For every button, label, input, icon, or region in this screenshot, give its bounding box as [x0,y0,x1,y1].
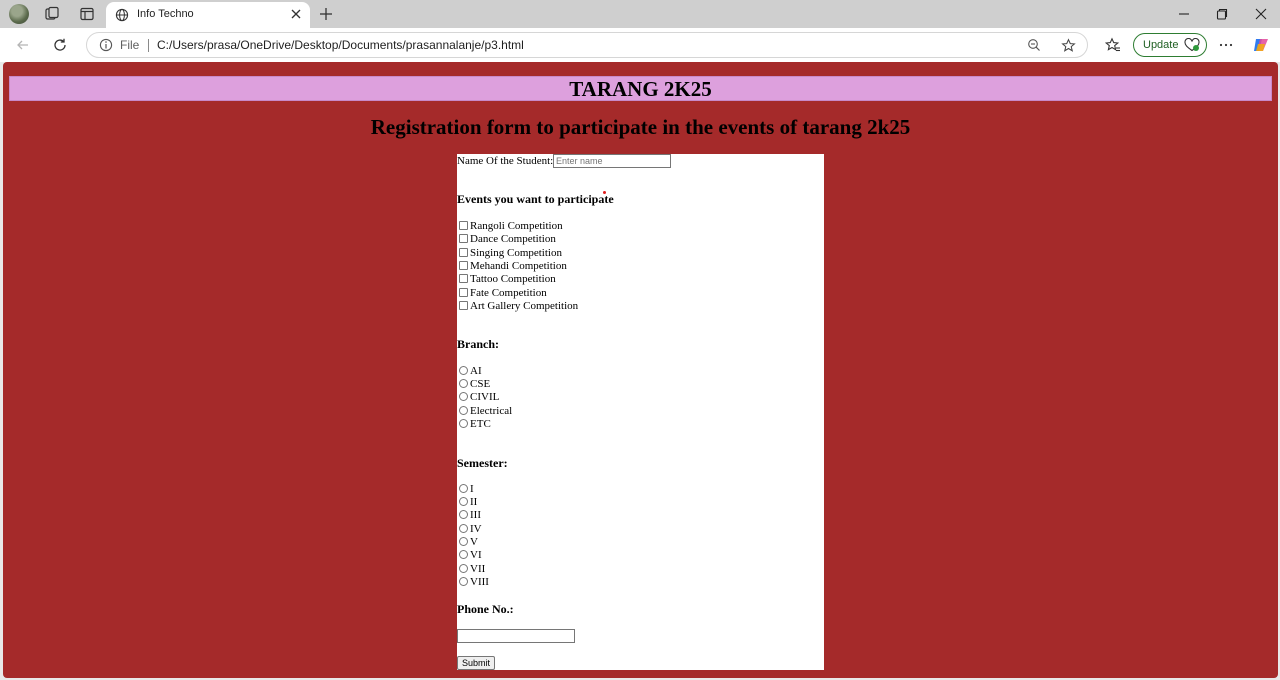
browser-tab-strip: Info Techno [0,0,1280,28]
copilot-icon[interactable] [1252,36,1270,54]
profile-avatar[interactable] [9,4,29,24]
semester-option-3[interactable]: III [459,509,481,522]
address-bar[interactable]: File C:/Users/prasa/OneDrive/Desktop/Doc… [86,32,1088,58]
registration-form: Name Of the Student: Events you want to … [457,154,824,670]
more-options-icon[interactable] [1218,37,1234,53]
minimize-icon[interactable] [1176,6,1192,22]
restore-icon[interactable] [1214,6,1230,22]
vertical-tabs-icon[interactable] [79,6,95,22]
radio-button[interactable] [459,392,468,401]
branch-option-etc[interactable]: ETC [459,418,491,431]
semester-option-4[interactable]: IV [459,523,482,536]
tab-title: Info Techno [137,8,194,20]
workspaces-icon[interactable] [44,6,60,22]
name-label: Name Of the Student: [457,155,554,167]
radio-button[interactable] [459,419,468,428]
radio-button[interactable] [459,379,468,388]
radio-button[interactable] [459,366,468,375]
event-option-dance[interactable]: Dance Competition [459,233,556,246]
zoom-out-icon[interactable] [1027,38,1041,52]
radio-button[interactable] [459,577,468,586]
event-option-tattoo[interactable]: Tattoo Competition [459,273,556,286]
semester-option-1[interactable]: I [459,483,474,496]
semester-option-2[interactable]: II [459,496,477,509]
radio-button[interactable] [459,564,468,573]
new-tab-icon[interactable] [318,6,334,22]
phone-input[interactable] [457,629,575,643]
active-tab[interactable]: Info Techno [106,2,310,28]
checkbox[interactable] [459,274,468,283]
favorite-star-icon[interactable] [1061,38,1076,53]
banner-title: TARANG 2K25 [569,77,712,101]
form-subtitle: Registration form to participate in the … [370,115,911,139]
checkbox[interactable] [459,288,468,297]
event-option-art-gallery[interactable]: Art Gallery Competition [459,300,578,313]
semester-option-7[interactable]: VII [459,563,485,576]
event-option-singing[interactable]: Singing Competition [459,247,562,260]
browser-toolbar: File C:/Users/prasa/OneDrive/Desktop/Doc… [0,28,1280,62]
branch-option-ai[interactable]: AI [459,365,482,378]
branch-option-civil[interactable]: CIVIL [459,391,499,404]
globe-icon [115,8,129,22]
radio-button[interactable] [459,406,468,415]
radio-button[interactable] [459,484,468,493]
event-option-fate[interactable]: Fate Competition [459,287,547,300]
semester-heading: Semester: [457,456,508,470]
checkbox[interactable] [459,221,468,230]
update-label: Update [1143,39,1179,51]
branch-option-electrical[interactable]: Electrical [459,405,512,418]
event-option-mehandi[interactable]: Mehandi Competition [459,260,567,273]
branch-heading: Branch: [457,337,499,351]
radio-button[interactable] [459,497,468,506]
semester-option-8[interactable]: VIII [459,576,489,589]
checkbox[interactable] [459,301,468,310]
url-text[interactable]: C:/Users/prasa/OneDrive/Desktop/Document… [157,38,524,52]
events-heading: Events you want to participate [457,192,614,206]
address-prefix: File [120,38,140,52]
close-tab-icon[interactable] [289,7,303,21]
radio-button[interactable] [459,510,468,519]
favorites-icon[interactable] [1105,37,1121,53]
close-window-icon[interactable] [1253,6,1269,22]
update-heart-icon [1184,38,1200,52]
event-option-rangoli[interactable]: Rangoli Competition [459,220,563,233]
semester-option-5[interactable]: V [459,536,478,549]
radio-button[interactable] [459,537,468,546]
phone-heading: Phone No.: [457,602,514,616]
radio-button[interactable] [459,550,468,559]
checkbox[interactable] [459,261,468,270]
title-banner: TARANG 2K25 [9,76,1272,101]
back-icon[interactable] [15,37,31,53]
update-button[interactable]: Update [1133,33,1207,57]
checkbox[interactable] [459,248,468,257]
page-body: TARANG 2K25 Registration form to partici… [3,62,1278,678]
name-input[interactable] [553,154,671,168]
submit-button[interactable]: Submit [457,656,496,670]
refresh-icon[interactable] [52,37,68,53]
checkbox[interactable] [459,234,468,243]
semester-option-6[interactable]: VI [459,549,482,562]
address-divider [148,39,149,52]
branch-option-cse[interactable]: CSE [459,378,490,391]
radio-button[interactable] [459,524,468,533]
info-icon[interactable] [99,38,113,52]
